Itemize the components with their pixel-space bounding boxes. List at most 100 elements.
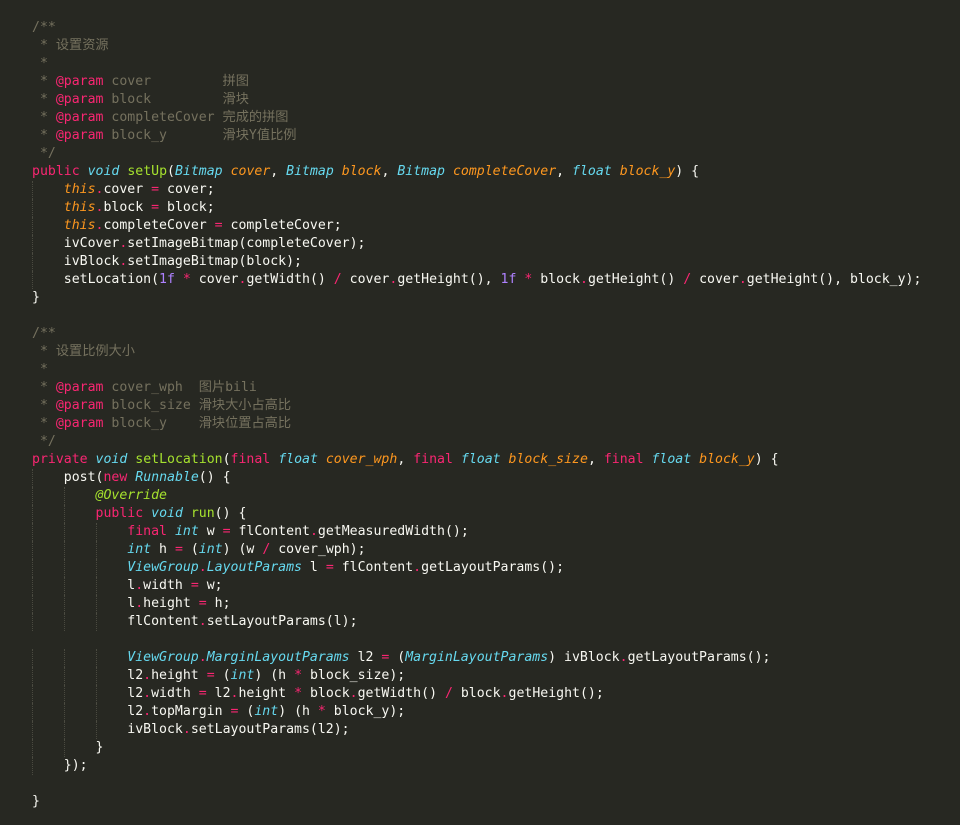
- code-token: Bitmap: [397, 164, 445, 179]
- code-token: public: [32, 164, 80, 179]
- code-editor[interactable]: /** * 设置资源 * * @param cover 拼图 * @param …: [0, 0, 960, 825]
- code-token: *: [32, 128, 56, 143]
- code-token: float: [651, 452, 692, 467]
- code-token: .: [413, 560, 422, 575]
- indent-guide: [32, 217, 33, 235]
- code-token: .: [143, 704, 152, 719]
- code-line: * @param block_y 滑块位置占高比: [0, 415, 960, 433]
- indent-guide: [32, 271, 33, 289]
- indent-guide: [64, 487, 65, 505]
- code-line: *: [0, 55, 960, 73]
- indent-guide: [64, 595, 65, 613]
- code-token: completeCover: [452, 164, 557, 179]
- code-token: height: [143, 596, 199, 611]
- code-token: block;: [159, 200, 215, 215]
- indent-guide: [32, 577, 33, 595]
- indent-guide: [96, 541, 97, 559]
- code-token: }: [32, 740, 104, 755]
- code-line: */: [0, 145, 960, 163]
- indent-guide: [64, 613, 65, 631]
- indent-guide: [96, 595, 97, 613]
- code-token: ViewGroup: [127, 560, 199, 575]
- indent-guide: [32, 559, 33, 577]
- code-token: =: [190, 578, 199, 593]
- code-token: *: [294, 686, 303, 701]
- code-token: *: [32, 416, 56, 431]
- indent-guide: [32, 505, 33, 523]
- indent-guide: [32, 703, 33, 721]
- code-token: @param: [55, 74, 104, 89]
- code-line: int h = (int) (w / cover_wph);: [0, 541, 960, 559]
- code-token: (: [389, 650, 406, 665]
- code-token: () {: [198, 470, 231, 485]
- code-token: completeCover;: [222, 218, 342, 233]
- code-token: *: [182, 272, 191, 287]
- code-token: ivBlock: [32, 722, 183, 737]
- indent-guide: [96, 721, 97, 739]
- code-line: final int w = flContent.getMeasuredWidth…: [0, 523, 960, 541]
- code-token: getWidth(): [246, 272, 334, 287]
- code-line: flContent.setLayoutParams(l);: [0, 613, 960, 631]
- code-token: this: [63, 200, 96, 215]
- indent-guide: [96, 667, 97, 685]
- code-token: (: [182, 542, 199, 557]
- indent-guide: [96, 577, 97, 595]
- code-token: block_size);: [302, 668, 406, 683]
- code-token: .: [182, 722, 191, 737]
- code-token: cover: [103, 182, 152, 197]
- code-line: l2.width = l2.height * block.getWidth() …: [0, 685, 960, 703]
- code-token: ,: [587, 452, 604, 467]
- code-token: *: [32, 110, 56, 125]
- code-token: width: [151, 686, 199, 701]
- code-token: .: [309, 524, 318, 539]
- code-token: int: [174, 524, 199, 539]
- code-token: .: [738, 272, 747, 287]
- code-token: setLayoutParams(l);: [206, 614, 358, 629]
- code-line: this.cover = cover;: [0, 181, 960, 199]
- code-line: }: [0, 739, 960, 757]
- code-token: block: [532, 272, 580, 287]
- indent-guide: [32, 739, 33, 757]
- code-token: .: [198, 614, 207, 629]
- code-token: cover_wph 图片bili: [103, 380, 257, 395]
- code-token: getLayoutParams();: [421, 560, 565, 575]
- indent-guide: [64, 685, 65, 703]
- code-token: (: [214, 668, 231, 683]
- indent-guide: [32, 235, 33, 253]
- code-token: LayoutParams: [206, 560, 302, 575]
- code-token: ) (w: [222, 542, 263, 557]
- code-token: final: [413, 452, 453, 467]
- code-token: * 设置比例大小: [32, 344, 135, 359]
- code-token: void: [87, 164, 120, 179]
- indent-guide: [64, 649, 65, 667]
- indent-guide: [32, 469, 33, 487]
- code-token: .: [135, 596, 144, 611]
- code-token: ) {: [675, 164, 700, 179]
- indent-guide: [32, 487, 33, 505]
- code-token: new: [103, 470, 128, 485]
- code-token: ivCover: [32, 236, 120, 251]
- code-token: cover 拼图: [103, 74, 249, 89]
- code-token: });: [32, 758, 88, 773]
- code-token: (: [167, 164, 175, 179]
- code-token: ) {: [754, 452, 779, 467]
- indent-guide: [32, 757, 33, 775]
- code-line: l2.height = (int) (h * block_size);: [0, 667, 960, 685]
- code-token: (: [222, 452, 231, 467]
- code-token: ,: [397, 452, 414, 467]
- indent-guide: [64, 703, 65, 721]
- code-token: @param: [55, 380, 104, 395]
- code-line: @Override: [0, 487, 960, 505]
- code-token: int: [254, 704, 279, 719]
- code-token: getHeight();: [508, 686, 604, 701]
- code-token: completeCover 完成的拼图: [103, 110, 289, 125]
- code-line: private void setLocation(final float cov…: [0, 451, 960, 469]
- code-token: @param: [55, 416, 104, 431]
- code-token: cover: [691, 272, 739, 287]
- code-token: block: [341, 164, 382, 179]
